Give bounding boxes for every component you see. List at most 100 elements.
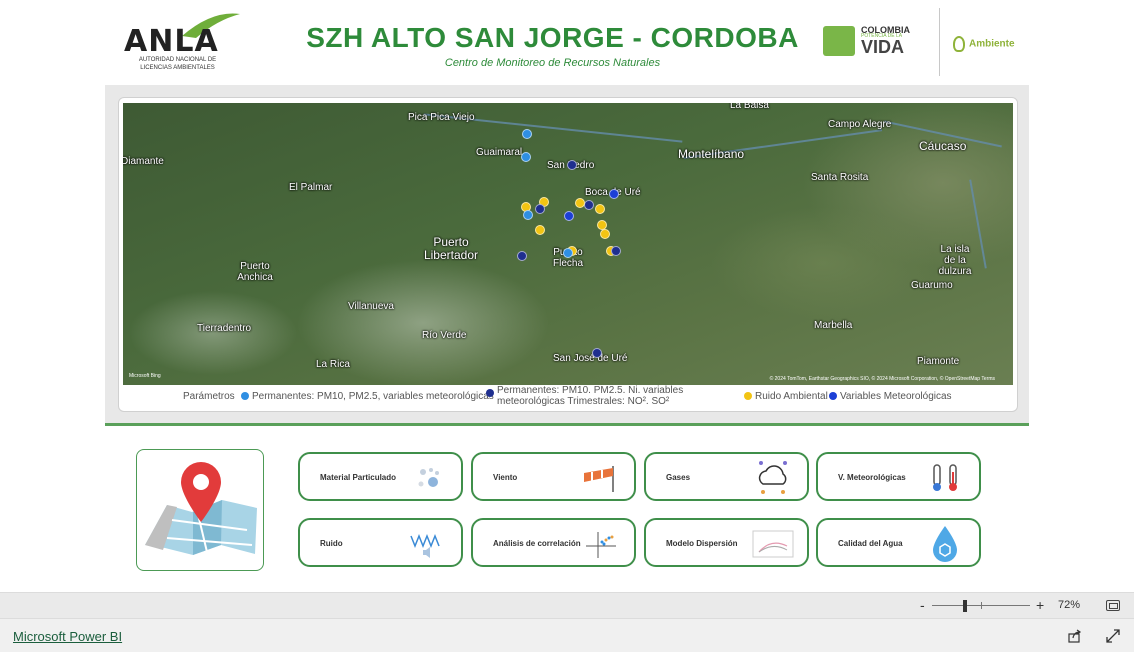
map-label: La isla de la dulzura bbox=[938, 244, 972, 277]
station-dot-trimestrales[interactable] bbox=[567, 160, 577, 170]
map-label: Santa Rosita bbox=[811, 172, 869, 183]
header-divider bbox=[939, 8, 940, 76]
station-dot-permanentes[interactable] bbox=[522, 129, 532, 139]
ambiente-logo-text: Ambiente bbox=[969, 38, 1015, 50]
station-dot-permanentes[interactable] bbox=[523, 210, 533, 220]
legend-label: Ruido Ambiental bbox=[755, 391, 828, 402]
button-label: Viento bbox=[493, 473, 518, 482]
calidad-agua-button[interactable]: Calidad del Agua bbox=[816, 518, 981, 567]
zoom-slider-tick bbox=[981, 602, 982, 609]
legend-label: Permanentes: PM10. PM2.5. Ni. variables … bbox=[497, 385, 684, 407]
map-label: La Rica bbox=[316, 359, 350, 370]
station-dot-trimestrales[interactable] bbox=[517, 251, 527, 261]
station-dot-trimestrales[interactable] bbox=[611, 246, 621, 256]
windsock-icon bbox=[584, 466, 614, 492]
map-label: Diamante bbox=[123, 156, 164, 167]
map-label: Villanueva bbox=[348, 301, 394, 312]
map-label: Guaimaral bbox=[476, 147, 523, 158]
map-label: Guarumo bbox=[911, 280, 953, 291]
map-label: Piamonte bbox=[917, 356, 960, 367]
colombia-vida-logo: COLOMBIA POTENCIA DE LA VIDA bbox=[823, 24, 918, 58]
station-dot-ruido[interactable] bbox=[600, 229, 610, 239]
viento-button[interactable]: Viento bbox=[471, 452, 636, 501]
button-label: Análisis de correlación bbox=[493, 539, 581, 548]
ambiente-logo: Ambiente bbox=[953, 36, 1015, 52]
station-dot-ruido[interactable] bbox=[595, 204, 605, 214]
anla-logo-word: ANLA bbox=[124, 24, 219, 59]
map-label: San José de Uré bbox=[553, 353, 628, 364]
station-dot-trimestrales[interactable] bbox=[535, 204, 545, 214]
legend-item-permanentes[interactable]: Permanentes: PM10, PM2.5, variables mete… bbox=[241, 391, 494, 402]
station-dot-permanentes[interactable] bbox=[563, 248, 573, 258]
map-label: Cáucaso bbox=[919, 139, 967, 153]
button-label: Material Particulado bbox=[320, 473, 397, 482]
legend-dot bbox=[486, 389, 494, 397]
anla-logo: ANLA AUTORIDAD NACIONAL DE LICENCIAS AMB… bbox=[122, 10, 242, 72]
legend-item-meteo[interactable]: Variables Meteorológicas bbox=[829, 391, 952, 402]
satellite-map[interactable]: La Balsa Pica Pica Viejo Campo Alegre Cá… bbox=[123, 103, 1013, 385]
page-subtitle: Centro de Monitoreo de Recursos Naturale… bbox=[444, 57, 661, 69]
page-title: SZH ALTO SAN JORGE - CORDOBA bbox=[306, 22, 799, 53]
station-dot-ruido[interactable] bbox=[535, 225, 545, 235]
button-label: V. Meteorológicas bbox=[838, 473, 906, 482]
analisis-correlacion-button[interactable]: Análisis de correlación bbox=[471, 518, 636, 567]
station-dot-meteo[interactable] bbox=[609, 189, 619, 199]
legend-title: Parámetros bbox=[183, 391, 235, 402]
zoom-percent[interactable]: 72% bbox=[1058, 599, 1080, 611]
colombia-logo-line3: VIDA bbox=[861, 37, 905, 57]
legend-label: Variables Meteorológicas bbox=[840, 391, 952, 402]
button-label: Modelo Dispersión bbox=[666, 539, 738, 548]
map-navigation-card[interactable] bbox=[136, 449, 264, 571]
zoom-bar: - + 72% bbox=[0, 592, 1134, 618]
ruido-button[interactable]: Ruido bbox=[298, 518, 463, 567]
legend-dot bbox=[241, 392, 249, 400]
modelo-dispersion-button[interactable]: Modelo Dispersión bbox=[644, 518, 809, 567]
report-page: ANLA AUTORIDAD NACIONAL DE LICENCIAS AMB… bbox=[0, 0, 1134, 652]
map-label: Pica Pica Viejo bbox=[408, 112, 475, 123]
map-label: La Balsa bbox=[730, 103, 769, 111]
sound-wave-icon bbox=[410, 533, 440, 558]
v-meteorologicas-button[interactable]: V. Meteorológicas bbox=[816, 452, 981, 501]
legend-item-ruido[interactable]: Ruido Ambiental bbox=[744, 391, 828, 402]
station-dot-permanentes[interactable] bbox=[521, 152, 531, 162]
powerbi-link[interactable]: Microsoft Power BI bbox=[13, 629, 122, 644]
scatter-plot-icon bbox=[586, 532, 616, 558]
legend-item-trimestrales[interactable]: Permanentes: PM10. PM2.5. Ni. variables … bbox=[486, 385, 751, 407]
water-drop-icon bbox=[933, 526, 957, 562]
share-icon[interactable] bbox=[1068, 629, 1082, 643]
zoom-slider-thumb[interactable] bbox=[963, 600, 967, 612]
map-label: Marbella bbox=[814, 320, 853, 331]
bing-attribution: Microsoft Bing bbox=[129, 373, 161, 379]
legend-label: Permanentes: PM10, PM2.5, variables mete… bbox=[252, 391, 494, 402]
button-label: Gases bbox=[666, 473, 691, 482]
zoom-out-button[interactable]: - bbox=[920, 597, 925, 613]
station-dot-ruido[interactable] bbox=[575, 198, 585, 208]
zoom-in-button[interactable]: + bbox=[1036, 597, 1044, 613]
cloud-molecules-icon bbox=[758, 461, 787, 494]
station-dot-meteo[interactable] bbox=[564, 211, 574, 221]
colombia-logo-mark-icon bbox=[823, 26, 855, 56]
map-attribution[interactable]: © 2024 TomTom, Earthstar Geographics SIO… bbox=[770, 376, 995, 382]
map-label: El Palmar bbox=[289, 182, 333, 193]
thermometer-icon bbox=[933, 464, 957, 491]
map-label: Campo Alegre bbox=[828, 119, 892, 130]
legend-dot bbox=[744, 392, 752, 400]
dispersion-chart-icon bbox=[752, 530, 794, 558]
fullscreen-icon[interactable] bbox=[1106, 629, 1120, 643]
button-label: Calidad del Agua bbox=[838, 539, 903, 548]
station-dot-trimestrales[interactable] bbox=[592, 348, 602, 358]
map-label: Tierradentro bbox=[197, 323, 252, 334]
fit-to-page-icon[interactable] bbox=[1106, 600, 1120, 611]
map-label: Puerto Anchica bbox=[237, 261, 273, 283]
legend-dot bbox=[829, 392, 837, 400]
map-label: Puerto Libertador bbox=[423, 235, 479, 262]
map-legend: Parámetros Permanentes: PM10, PM2.5, var… bbox=[183, 385, 1013, 411]
footer-bar: Microsoft Power BI bbox=[0, 618, 1134, 652]
particles-icon bbox=[418, 468, 439, 487]
map-label: Montelíbano bbox=[678, 147, 745, 161]
material-particulado-button[interactable]: Material Particulado bbox=[298, 452, 463, 501]
station-dot-trimestrales[interactable] bbox=[584, 200, 594, 210]
map-pin-icon bbox=[145, 462, 257, 555]
anla-logo-subtext: AUTORIDAD NACIONAL DE LICENCIAS AMBIENTA… bbox=[138, 57, 217, 71]
gases-button[interactable]: Gases bbox=[644, 452, 809, 501]
